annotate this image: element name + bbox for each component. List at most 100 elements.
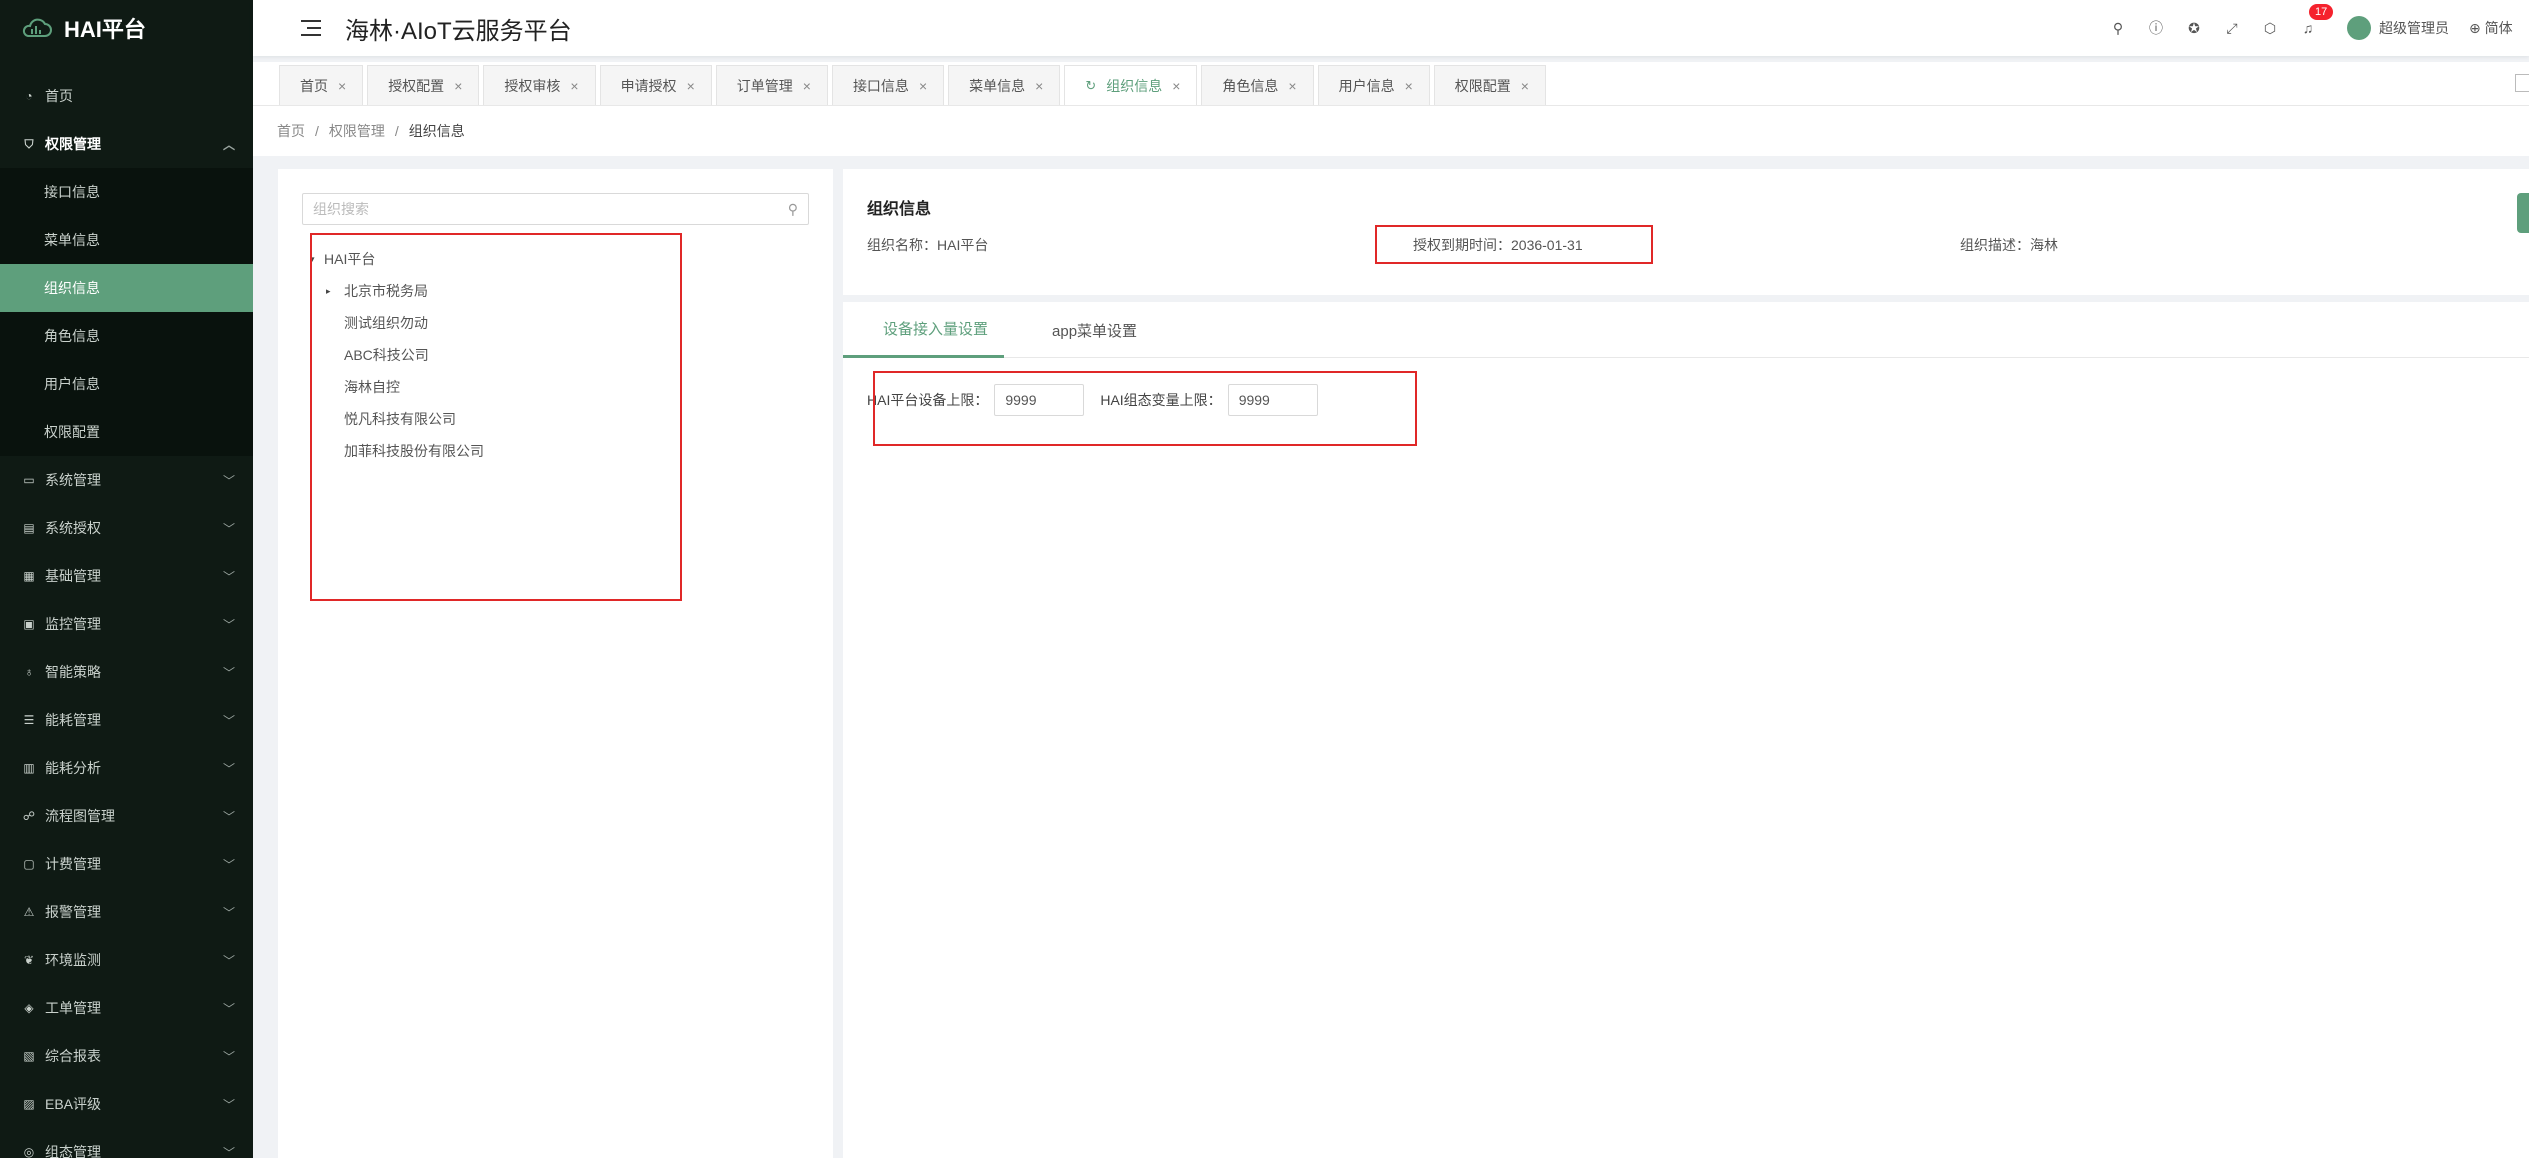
tab-perm-config[interactable]: 权限配置 × xyxy=(1433,65,1546,105)
close-icon[interactable]: × xyxy=(687,78,695,94)
sidebar-subitem-role[interactable]: 角色信息 xyxy=(0,312,253,360)
menu-toggle-icon[interactable] xyxy=(301,20,321,36)
sidebar-item-alarm[interactable]: ⚠ 报警管理 ﹀ xyxy=(0,888,253,936)
tree-node-root[interactable]: ▾ HAI平台 xyxy=(310,243,484,275)
sidebar-item-billing[interactable]: ▢ 计费管理 ﹀ xyxy=(0,840,253,888)
tree-node-label: HAI平台 xyxy=(324,251,376,267)
bulb-icon: ♁ xyxy=(24,665,34,679)
caret-right-icon[interactable]: ▸ xyxy=(326,286,344,297)
tab-menu-info[interactable]: 菜单信息 × xyxy=(948,65,1061,105)
tree-node[interactable]: ABC科技公司 xyxy=(310,339,484,371)
bar-chart-icon: ▥ xyxy=(23,761,35,775)
logo[interactable]: HAI平台 xyxy=(0,0,253,56)
sidebar-item-flow[interactable]: ☍ 流程图管理 ﹀ xyxy=(0,792,253,840)
close-icon[interactable]: × xyxy=(338,78,346,94)
tab-label: 首页 xyxy=(300,77,328,94)
sidebar-item-report[interactable]: ▧ 综合报表 ﹀ xyxy=(0,1032,253,1080)
fullscreen-icon[interactable]: ⤢ xyxy=(2213,0,2251,56)
close-icon[interactable]: × xyxy=(1172,78,1180,94)
sidebar-subitem-org[interactable]: 组织信息 xyxy=(0,264,253,312)
leaf-icon: ❦ xyxy=(23,953,35,967)
tree-node[interactable]: 测试组织勿动 xyxy=(310,307,484,339)
tab-orders[interactable]: 订单管理 × xyxy=(715,65,828,105)
tab-api-info[interactable]: 接口信息 × xyxy=(831,65,945,105)
tab-label: 订单管理 xyxy=(736,77,793,94)
sidebar-item-basic[interactable]: ▦ 基础管理 ﹀ xyxy=(0,552,253,600)
sidebar-item-config[interactable]: ◎ 组态管理 ﹀ xyxy=(0,1128,253,1158)
tree-node-label: 北京市税务局 xyxy=(344,283,428,299)
sidebar-item-home[interactable]: ◔ 首页 xyxy=(0,72,253,120)
chevron-down-icon: ﹀ xyxy=(222,1049,235,1064)
tree-node[interactable]: 加菲科技股份有限公司 xyxy=(310,435,484,467)
close-icon[interactable]: × xyxy=(1521,78,1529,94)
tab-auth-review[interactable]: 授权审核 × xyxy=(483,65,596,105)
side-action-button[interactable] xyxy=(2517,193,2529,233)
sidebar-subitem-perm-config[interactable]: 权限配置 xyxy=(0,408,253,456)
limit-form: HAI平台设备上限： HAI组态变量上限： xyxy=(867,384,1334,416)
org-search-input[interactable] xyxy=(313,201,788,217)
sidebar-item-monitor[interactable]: ▣ 监控管理 ﹀ xyxy=(0,600,253,648)
tab-apply-auth[interactable]: 申请授权 × xyxy=(599,65,712,105)
language-switch[interactable]: ⊕ 简体 xyxy=(2469,18,2529,38)
chevron-down-icon: ﹀ xyxy=(222,905,235,920)
chevron-down-icon: ﹀ xyxy=(222,713,235,728)
sidebar-item-environment[interactable]: ❦ 环境监测 ﹀ xyxy=(0,936,253,984)
sidebar-item-label: 系统授权 xyxy=(45,520,101,536)
caret-down-icon[interactable]: ▾ xyxy=(310,254,324,265)
breadcrumb: 首页 / 权限管理 / 组织信息 xyxy=(253,106,2529,156)
sidebar-item-label: 智能策略 xyxy=(45,664,101,680)
tab-device-limit[interactable]: 设备接入量设置 xyxy=(843,302,1005,358)
close-icon[interactable]: × xyxy=(454,78,462,94)
github-icon[interactable]: ✪ xyxy=(2175,0,2213,56)
tab-home[interactable]: 首页 × xyxy=(279,65,364,105)
sidebar-subitem-api[interactable]: 接口信息 xyxy=(0,168,253,216)
sidebar-item-system[interactable]: ▭ 系统管理 ﹀ xyxy=(0,456,253,504)
sidebar-item-strategy[interactable]: ♁ 智能策略 ﹀ xyxy=(0,648,253,696)
cube-icon[interactable]: ⬡ xyxy=(2251,0,2289,56)
search-icon[interactable]: ⚲ xyxy=(2099,0,2137,56)
device-limit-input[interactable] xyxy=(994,384,1085,416)
variable-limit-input[interactable] xyxy=(1227,384,1318,416)
org-name-label: 组织名称： xyxy=(867,237,937,253)
breadcrumb-item[interactable]: 首页 xyxy=(277,121,305,141)
tree-node[interactable]: 海林自控 xyxy=(310,371,484,403)
sidebar-item-energy[interactable]: ☰ 能耗管理 ﹀ xyxy=(0,696,253,744)
tab-app-menu[interactable]: app菜单设置 xyxy=(1004,302,1177,358)
tabs-menu-icon[interactable] xyxy=(2515,74,2529,92)
bell-icon[interactable]: ♫ 17 xyxy=(2289,0,2334,56)
sidebar-item-sys-auth[interactable]: ▤ 系统授权 ﹀ xyxy=(0,504,253,552)
close-icon[interactable]: × xyxy=(1035,78,1043,94)
sidebar-item-eba[interactable]: ▨ EBA评级 ﹀ xyxy=(0,1080,253,1128)
grid-icon: ▦ xyxy=(23,569,35,583)
search-icon[interactable]: ⚲ xyxy=(788,201,798,218)
expire-value: 2036-01-31 xyxy=(1511,237,1583,253)
sidebar-subitem-menu[interactable]: 菜单信息 xyxy=(0,216,253,264)
tab-org-info[interactable]: ↻ 组织信息 × xyxy=(1064,65,1198,105)
sidebar-item-workorder[interactable]: ◈ 工单管理 ﹀ xyxy=(0,984,253,1032)
sidebar-subitem-user[interactable]: 用户信息 xyxy=(0,360,253,408)
breadcrumb-item[interactable]: 权限管理 xyxy=(329,121,385,141)
username[interactable]: 超级管理员 xyxy=(2379,18,2449,38)
tab-label: 组织信息 xyxy=(1106,77,1163,94)
chevron-down-icon: ﹀ xyxy=(222,473,235,488)
sidebar-item-permission[interactable]: ⛉ 权限管理 ︿ xyxy=(0,120,253,168)
tab-auth-config[interactable]: 授权配置 × xyxy=(367,65,480,105)
tree-node[interactable]: 悦凡科技有限公司 xyxy=(310,403,484,435)
tree-node[interactable]: ▸ 北京市税务局 xyxy=(310,275,484,307)
close-icon[interactable]: × xyxy=(1405,78,1413,94)
close-icon[interactable]: × xyxy=(1288,78,1296,94)
layers-icon: ◈ xyxy=(24,1001,34,1015)
close-icon[interactable]: × xyxy=(919,78,927,94)
sidebar-item-label: 组态管理 xyxy=(45,1144,101,1158)
refresh-icon[interactable]: ↻ xyxy=(1085,78,1096,94)
avatar[interactable] xyxy=(2347,16,2371,40)
close-icon[interactable]: × xyxy=(803,78,811,94)
tab-user-info[interactable]: 用户信息 × xyxy=(1317,65,1430,105)
sidebar-item-label: 能耗分析 xyxy=(45,760,101,776)
help-icon[interactable]: ⓘ xyxy=(2137,0,2175,56)
close-icon[interactable]: × xyxy=(570,78,578,94)
tab-role-info[interactable]: 角色信息 × xyxy=(1201,65,1314,105)
sidebar-item-energy-analysis[interactable]: ▥ 能耗分析 ﹀ xyxy=(0,744,253,792)
tab-label: 用户信息 xyxy=(1338,77,1395,94)
tree-node-label: 海林自控 xyxy=(344,379,400,395)
